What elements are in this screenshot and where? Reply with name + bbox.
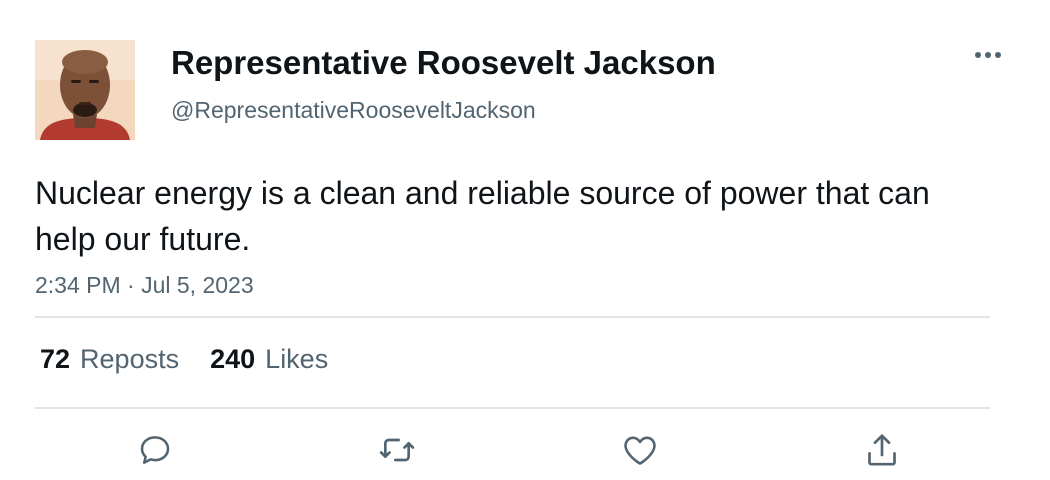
like-icon xyxy=(624,436,656,465)
like-button[interactable] xyxy=(618,428,662,472)
tweet-timestamp[interactable]: 2:34 PM · Jul 5, 2023 xyxy=(35,271,254,299)
likes-label: Likes xyxy=(265,344,329,374)
likes-stat[interactable]: 240 Likes xyxy=(210,342,328,376)
share-button[interactable] xyxy=(860,428,904,472)
user-handle[interactable]: @RepresentativeRooseveltJackson xyxy=(171,96,536,124)
profile-photo-icon xyxy=(35,40,135,140)
reposts-label: Reposts xyxy=(80,344,180,374)
avatar[interactable] xyxy=(35,40,135,140)
more-options-button[interactable] xyxy=(968,43,1008,67)
reposts-count: 72 xyxy=(40,344,71,374)
reply-icon xyxy=(140,436,170,464)
repost-button[interactable] xyxy=(375,428,419,472)
repost-icon xyxy=(379,438,415,462)
display-name[interactable]: Representative Roosevelt Jackson xyxy=(171,42,716,84)
reposts-stat[interactable]: 72 Reposts xyxy=(40,342,179,376)
likes-count: 240 xyxy=(210,344,256,374)
divider xyxy=(35,316,990,318)
share-icon xyxy=(868,434,896,466)
tweet-text: Nuclear energy is a clean and reliable s… xyxy=(35,175,930,257)
more-icon xyxy=(975,52,1001,58)
divider xyxy=(35,407,990,409)
engagement-stats: 72 Reposts 240 Likes xyxy=(40,342,328,376)
reply-button[interactable] xyxy=(133,428,177,472)
